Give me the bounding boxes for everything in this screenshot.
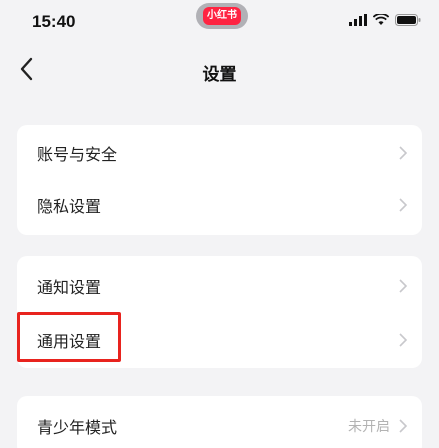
status-bar: 15:40 小红书 [0,0,439,44]
chevron-right-icon [399,146,408,160]
settings-item-label: 账号与安全 [37,145,118,164]
wifi-icon [373,14,389,25]
battery-icon [395,14,421,26]
settings-item-teen-mode[interactable]: 青少年模式 未开启 [17,400,422,448]
navigation-bar: 设置 [0,48,439,94]
dynamic-island: 小红书 [196,3,248,29]
settings-item-label: 隐私设置 [37,197,102,216]
settings-item-label: 通知设置 [37,278,102,297]
chevron-right-icon [399,279,408,293]
page-title: 设置 [202,65,237,85]
settings-item-account-security[interactable]: 账号与安全 [17,127,422,179]
signal-icon [349,14,367,26]
chevron-right-icon [399,419,408,433]
settings-item-label: 青少年模式 [37,418,118,437]
settings-item-value: 未开启 [348,419,390,435]
settings-group-general: 通知设置 通用设置 [17,256,422,368]
settings-group-account: 账号与安全 隐私设置 [17,125,422,235]
chevron-right-icon [399,198,408,212]
settings-item-general[interactable]: 通用设置 [17,314,422,366]
settings-item-notifications[interactable]: 通知设置 [17,260,422,312]
settings-item-label: 通用设置 [37,332,102,351]
status-icons [349,13,421,27]
app-badge: 小红书 [203,7,241,25]
settings-item-privacy[interactable]: 隐私设置 [17,179,422,231]
chevron-right-icon [399,333,408,347]
settings-group-youth: 青少年模式 未开启 [17,396,422,448]
status-time: 15:40 [32,12,76,31]
